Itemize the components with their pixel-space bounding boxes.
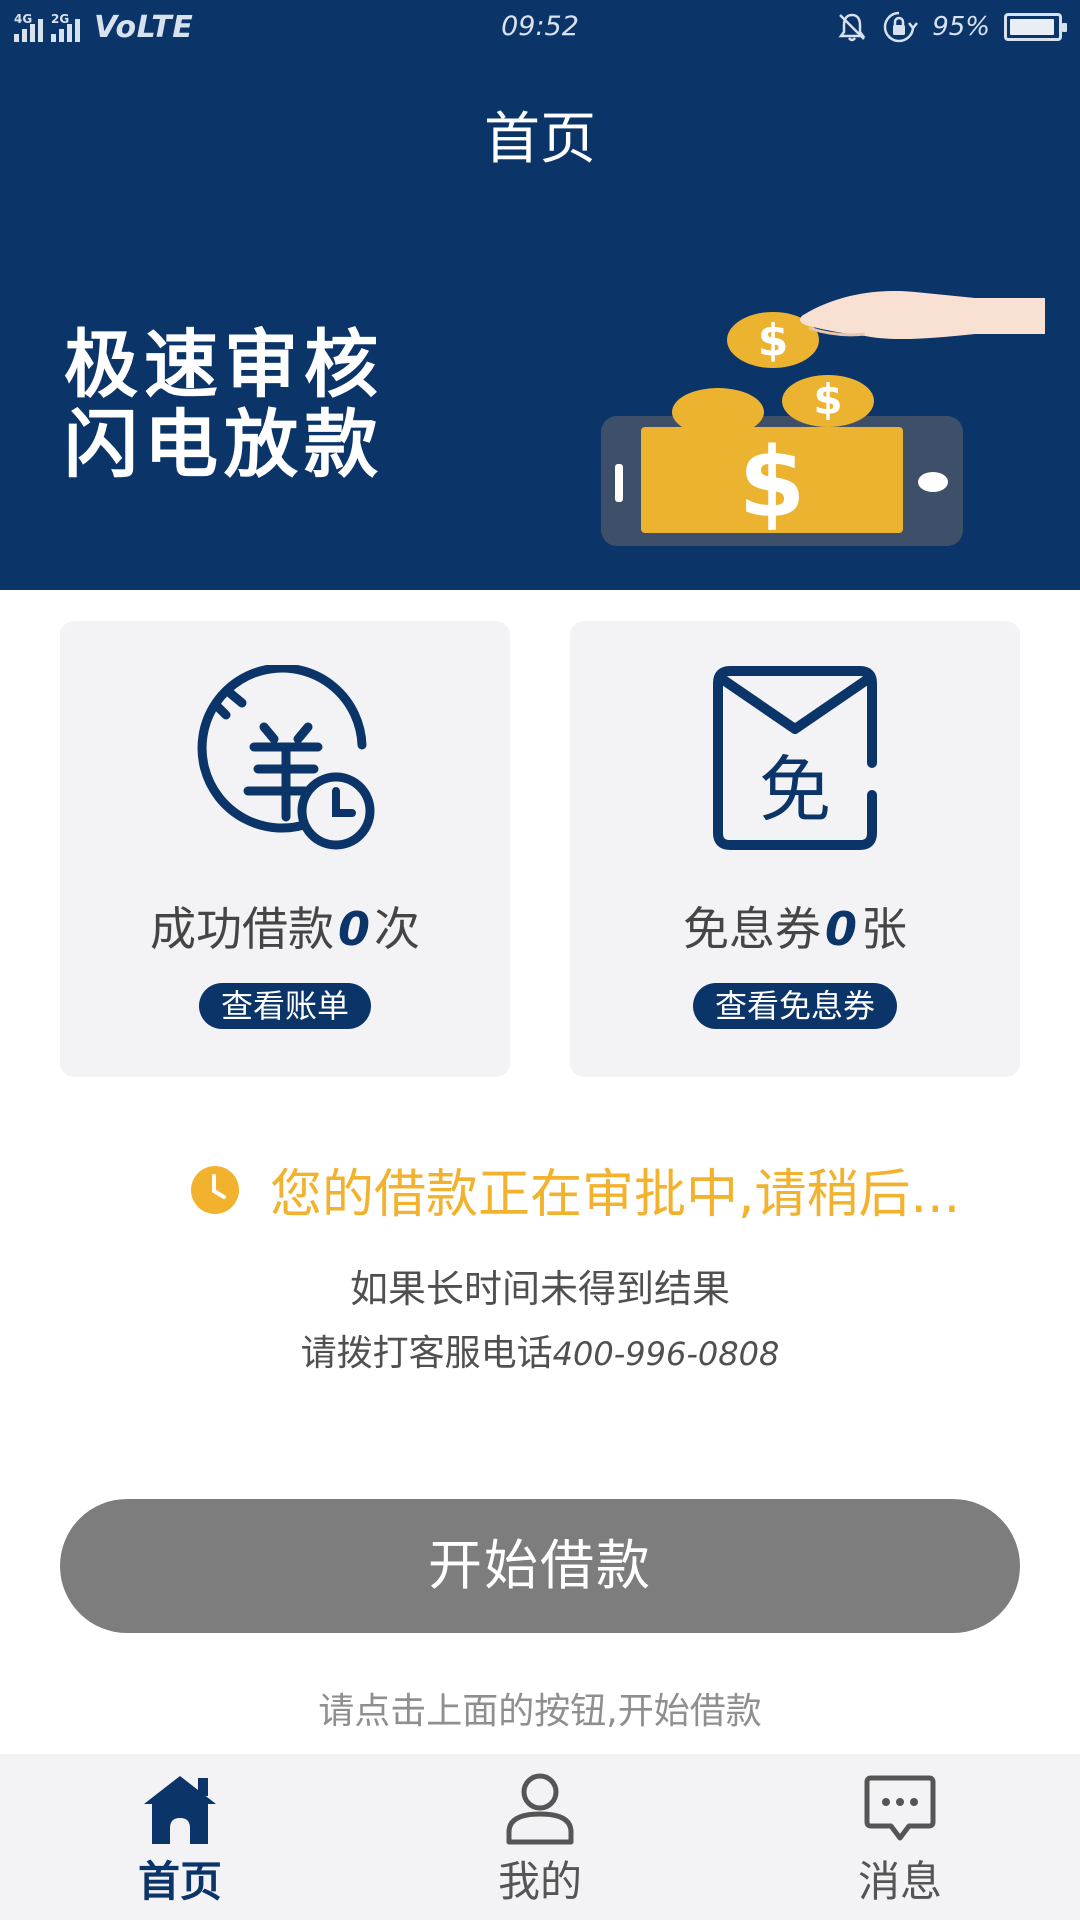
coin-phone-illustration: $ $ $ [601,290,1045,546]
coupon-count-text: 免息券0张 [570,893,1020,959]
battery-icon [1004,13,1067,41]
nav-label-messages: 消息 [857,1857,942,1906]
nav-item-home[interactable]: 首页 [0,1754,360,1920]
mute-icon [838,13,866,42]
view-coupons-button[interactable]: 查看免息券 [692,983,898,1029]
svg-text:$: $ [758,315,789,366]
contact-hint-line2: 请拨打客服电话400-996-0808 [0,1324,1080,1376]
coupon-count-value: 0 [824,902,857,956]
battery-fill [1010,19,1054,35]
svg-text:$: $ [813,375,842,424]
bottom-nav: 首页 我的 消息 [0,1754,1080,1920]
coupon-count-suffix: 张 [861,902,907,956]
coupon-count-card: 免 免息券0张 查看免息券 [570,621,1020,1077]
clock-icon [191,1165,239,1214]
start-loan-button[interactable]: 开始借款 [60,1499,1020,1633]
contact-hint-prefix: 请拨打客服电话 [300,1333,553,1374]
banner-slogan-line2: 闪电放款 [64,402,384,488]
nav-label-mine: 我的 [497,1857,582,1906]
nav-item-messages[interactable]: 消息 [720,1754,1080,1920]
loan-count-suffix: 次 [374,902,420,956]
lock-rotation-icon [883,11,919,43]
loan-count-text: 成功借款0次 [60,893,510,959]
message-icon [864,1775,936,1841]
contact-hint-line1: 如果长时间未得到结果 [349,1267,730,1311]
loan-count-prefix: 成功借款 [149,902,334,956]
view-bill-button[interactable]: 查看账单 [198,983,372,1029]
approval-status-text: 您的借款正在审批中,请稍后... [270,1165,961,1225]
approval-notice: 您的借款正在审批中,请稍后... [190,1152,960,1227]
svg-text:$: $ [739,427,806,539]
battery-percent: 95% [932,12,990,42]
banner-slogan-line1: 极速审核 [64,322,384,408]
banner: 首页 极速审核 闪电放款 $ $ $ [0,56,1080,590]
home-icon [144,1776,216,1844]
nav-label-home: 首页 [137,1857,222,1906]
free-coupon-envelope-icon: 免 [713,666,877,850]
loan-count-card: 成功借款0次 查看账单 [60,621,510,1077]
loan-count-value: 0 [337,902,370,956]
status-right: 95% [836,10,1067,44]
user-icon [506,1773,574,1845]
page-title: 首页 [484,107,596,172]
status-bar: 4G 2G VoLTE 09:52 95% [0,0,1080,56]
nav-item-mine[interactable]: 我的 [360,1754,720,1920]
free-char: 免 [759,748,831,832]
start-loan-hint: 请点击上面的按钮,开始借款 [318,1691,762,1732]
service-phone-link[interactable]: 400-996-0808 [553,1335,780,1373]
yuan-clock-icon [197,665,375,850]
coupon-count-prefix: 免息券 [682,902,821,956]
